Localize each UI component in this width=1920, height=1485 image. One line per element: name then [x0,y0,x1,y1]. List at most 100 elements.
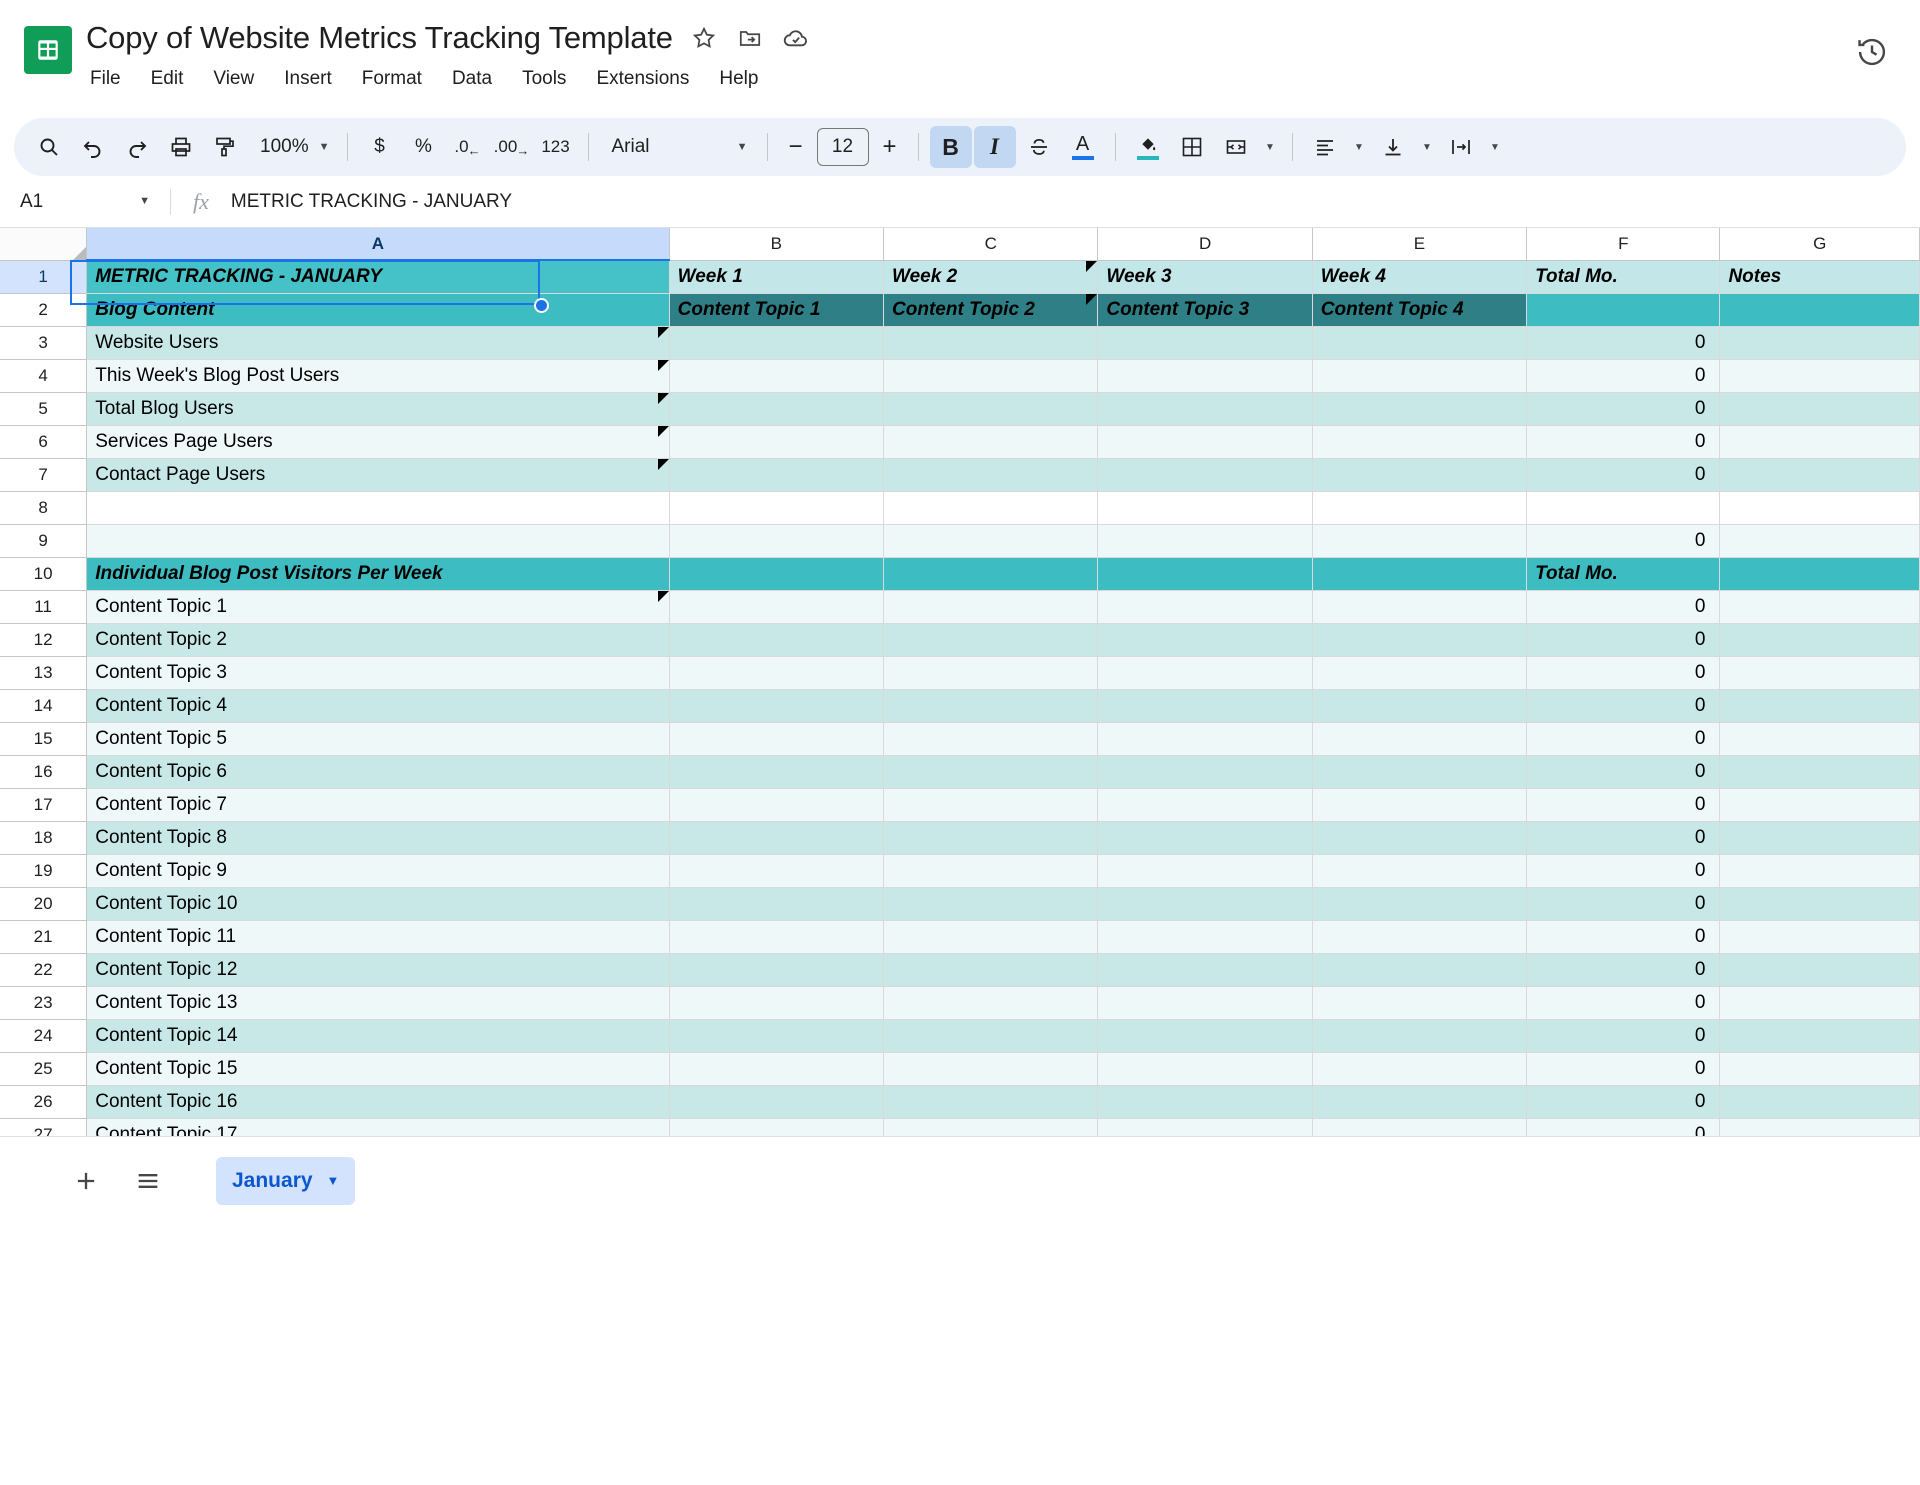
cell-G3[interactable] [1720,326,1920,359]
cell-E4[interactable] [1312,359,1526,392]
cell-D10[interactable] [1098,557,1312,590]
cell-F13[interactable]: 0 [1527,656,1720,689]
cell-F14[interactable]: 0 [1527,689,1720,722]
row-header-2[interactable]: 2 [0,293,87,326]
cell-A12[interactable]: Content Topic 2 [87,623,669,656]
cell-B1[interactable]: Week 1 [669,260,883,293]
cell-B26[interactable] [669,1085,883,1118]
cell-F19[interactable]: 0 [1527,854,1720,887]
cell-G2[interactable] [1720,293,1920,326]
row-header-6[interactable]: 6 [0,425,87,458]
cell-C12[interactable] [884,623,1098,656]
cell-A6[interactable]: Services Page Users [87,425,669,458]
cell-F12[interactable]: 0 [1527,623,1720,656]
row-header-13[interactable]: 13 [0,656,87,689]
cell-F4[interactable]: 0 [1527,359,1720,392]
cell-A24[interactable]: Content Topic 14 [87,1019,669,1052]
cell-C14[interactable] [884,689,1098,722]
cell-B9[interactable] [669,524,883,557]
cell-G26[interactable] [1720,1085,1920,1118]
cell-A27[interactable]: Content Topic 17 [87,1118,669,1136]
horizontal-align-icon[interactable] [1304,126,1346,168]
sheet-tab-january[interactable]: January ▼ [216,1157,355,1205]
text-wrap-dropdown[interactable]: ▼ [1484,126,1506,168]
cell-C13[interactable] [884,656,1098,689]
more-formats-button[interactable]: 123 [535,126,577,168]
column-header-g[interactable]: G [1720,228,1920,260]
menu-item-format[interactable]: Format [360,66,424,92]
cell-G23[interactable] [1720,986,1920,1019]
cell-C26[interactable] [884,1085,1098,1118]
cell-E8[interactable] [1312,491,1526,524]
currency-format-button[interactable]: $ [359,126,401,168]
cell-G7[interactable] [1720,458,1920,491]
cell-D5[interactable] [1098,392,1312,425]
cell-D1[interactable]: Week 3 [1098,260,1312,293]
cell-B27[interactable] [669,1118,883,1136]
cell-B21[interactable] [669,920,883,953]
column-header-b[interactable]: B [669,228,883,260]
cell-D26[interactable] [1098,1085,1312,1118]
horizontal-align-dropdown[interactable]: ▼ [1348,126,1370,168]
cell-A4[interactable]: This Week's Blog Post Users [87,359,669,392]
cell-D7[interactable] [1098,458,1312,491]
cell-C10[interactable] [884,557,1098,590]
paint-format-icon[interactable] [204,126,246,168]
select-all-corner[interactable] [0,228,87,260]
cell-C24[interactable] [884,1019,1098,1052]
cell-C21[interactable] [884,920,1098,953]
fill-handle[interactable] [534,298,549,313]
cell-F5[interactable]: 0 [1527,392,1720,425]
cell-D6[interactable] [1098,425,1312,458]
row-header-4[interactable]: 4 [0,359,87,392]
cell-G12[interactable] [1720,623,1920,656]
cell-B13[interactable] [669,656,883,689]
cell-F3[interactable]: 0 [1527,326,1720,359]
move-to-folder-icon[interactable] [735,23,765,53]
cell-D19[interactable] [1098,854,1312,887]
cell-B22[interactable] [669,953,883,986]
cell-G11[interactable] [1720,590,1920,623]
cell-A5[interactable]: Total Blog Users [87,392,669,425]
cell-E7[interactable] [1312,458,1526,491]
cell-A15[interactable]: Content Topic 5 [87,722,669,755]
row-header-14[interactable]: 14 [0,689,87,722]
menu-item-help[interactable]: Help [717,66,760,92]
row-header-7[interactable]: 7 [0,458,87,491]
cell-D12[interactable] [1098,623,1312,656]
cell-B4[interactable] [669,359,883,392]
formula-input[interactable]: METRIC TRACKING - JANUARY [231,191,512,213]
text-color-button[interactable]: A [1062,126,1104,168]
cell-D2[interactable]: Content Topic 3 [1098,293,1312,326]
cell-F7[interactable]: 0 [1527,458,1720,491]
cell-A23[interactable]: Content Topic 13 [87,986,669,1019]
cell-D13[interactable] [1098,656,1312,689]
cell-E17[interactable] [1312,788,1526,821]
function-icon[interactable]: fx [193,189,209,215]
redo-icon[interactable] [116,126,158,168]
cell-G16[interactable] [1720,755,1920,788]
cell-C3[interactable] [884,326,1098,359]
all-sheets-icon[interactable] [124,1157,172,1205]
cell-F25[interactable]: 0 [1527,1052,1720,1085]
cell-A11[interactable]: Content Topic 1 [87,590,669,623]
print-icon[interactable] [160,126,202,168]
cell-A8[interactable] [87,491,669,524]
font-size-input[interactable] [817,128,869,166]
add-sheet-icon[interactable] [62,1157,110,1205]
cell-B15[interactable] [669,722,883,755]
cell-F10[interactable]: Total Mo. [1527,557,1720,590]
cell-G17[interactable] [1720,788,1920,821]
vertical-align-dropdown[interactable]: ▼ [1416,126,1438,168]
cell-C22[interactable] [884,953,1098,986]
cell-F2[interactable] [1527,293,1720,326]
row-header-15[interactable]: 15 [0,722,87,755]
row-header-8[interactable]: 8 [0,491,87,524]
decrease-decimal-button[interactable]: .0 ← [447,126,489,168]
cell-A2[interactable]: Blog Content [87,293,669,326]
cell-F27[interactable]: 0 [1527,1118,1720,1136]
cell-A1[interactable]: METRIC TRACKING - JANUARY [87,260,669,293]
menu-item-file[interactable]: File [88,66,123,92]
cell-D24[interactable] [1098,1019,1312,1052]
column-header-e[interactable]: E [1312,228,1526,260]
